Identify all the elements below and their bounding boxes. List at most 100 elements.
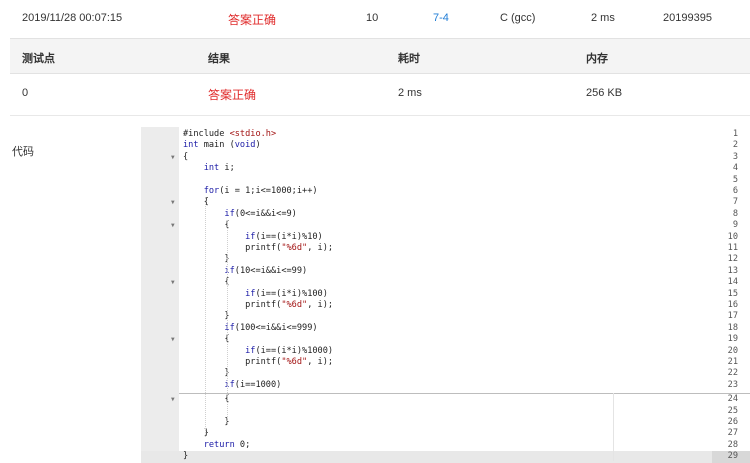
code-line[interactable]: 9 ▼ { — [141, 220, 750, 231]
code-line[interactable]: 1 #include <stdio.h> — [141, 129, 750, 140]
testpoint-id: 0 — [22, 87, 29, 99]
line-number: 2 — [732, 140, 738, 151]
table-row: 0 答案正确 2 ms 256 KB — [10, 73, 750, 116]
line-number: 22 — [727, 368, 738, 379]
line-number: 3 — [732, 151, 738, 162]
indent-guide — [205, 197, 206, 437]
code-text: { — [183, 277, 230, 288]
code-text: #include <stdio.h> — [183, 129, 277, 139]
code-line[interactable]: 27 } — [141, 428, 750, 439]
fold-toggle-icon[interactable]: ▼ — [171, 394, 175, 405]
fold-toggle-icon[interactable]: ▼ — [171, 277, 175, 288]
fold-toggle-icon[interactable]: ▼ — [171, 197, 175, 208]
problem-link[interactable]: 7-4 — [433, 12, 449, 24]
line-number: 24 — [727, 394, 738, 405]
duration: 2 ms — [591, 12, 615, 24]
code-line[interactable]: 2 int main (void) — [141, 140, 750, 151]
code-text: if(10<=i&&i<=99) — [224, 265, 308, 276]
line-number: 18 — [727, 322, 738, 333]
line-number: 12 — [727, 254, 738, 265]
print-margin — [613, 393, 614, 461]
line-number: 10 — [727, 231, 738, 242]
code-text: } — [183, 417, 230, 427]
col-time: 耗时 — [398, 53, 420, 65]
code-line[interactable]: 14 ▼ { — [141, 277, 750, 288]
testpoint-time: 2 ms — [398, 87, 422, 99]
submit-time: 2019/11/28 00:07:15 — [22, 12, 123, 24]
line-number: 14 — [727, 277, 738, 288]
code-text: { — [183, 151, 189, 162]
code-label: 代码 — [12, 146, 34, 158]
line-number: 19 — [727, 334, 738, 345]
line-number: 15 — [727, 288, 738, 299]
code-line[interactable]: 11 printf("%6d", i); — [141, 243, 750, 254]
code-text: } — [183, 368, 230, 379]
line-number: 6 — [732, 186, 738, 196]
code-line[interactable]: 5 — [141, 175, 750, 186]
testcase-table-header: 测试点 结果 耗时 内存 — [10, 38, 750, 74]
code-text: if(0<=i&&i<=9) — [224, 208, 297, 219]
fold-toggle-icon[interactable]: ▼ — [171, 334, 175, 345]
code-line[interactable]: 24 ▼ { — [141, 394, 750, 405]
code-line[interactable]: 3 ▼ { — [141, 152, 750, 163]
code-line[interactable]: 26 } — [141, 417, 750, 428]
line-number: 27 — [727, 428, 738, 439]
line-number: 26 — [727, 417, 738, 427]
code-line[interactable]: 7 ▼ { — [141, 197, 750, 208]
code-line[interactable]: 13 if(10<=i&&i<=99) — [141, 266, 750, 277]
code-line[interactable]: 16 printf("%6d", i); — [141, 300, 750, 311]
status-label: 答案正确 — [228, 13, 277, 27]
code-line[interactable]: 6 for(i = 1;i<=1000;i++) — [141, 186, 750, 197]
code-line[interactable]: 4 int i; — [141, 163, 750, 174]
code-line[interactable]: 28 return 0; — [141, 440, 750, 451]
testpoint-memory: 256 KB — [586, 87, 623, 99]
code-text: } — [183, 254, 230, 265]
code-line[interactable]: 19 ▼ { — [141, 334, 750, 345]
submission-summary-row: 2019/11/28 00:07:15 答案正确 10 7-4 C (gcc) … — [0, 0, 750, 36]
code-text: if(100<=i&&i<=999) — [224, 322, 318, 333]
code-line[interactable]: 10 if(i==(i*i)%10) — [141, 232, 750, 243]
code-text: for(i = 1;i<=1000;i++) — [203, 186, 318, 196]
code-text: { — [183, 220, 230, 231]
col-memory: 内存 — [586, 53, 608, 65]
code-line[interactable]: 25 — [141, 406, 750, 417]
code-text: return 0; — [203, 439, 251, 450]
code-line[interactable]: 20 if(i==(i*i)%1000) — [141, 346, 750, 357]
line-number: 23 — [727, 379, 738, 390]
line-number: 1 — [732, 129, 738, 139]
result-status: 答案正确 — [208, 88, 257, 102]
line-number: 7 — [732, 197, 738, 208]
line-number: 13 — [727, 265, 738, 276]
code-text: } — [183, 311, 230, 322]
score: 10 — [366, 12, 379, 24]
code-text: { — [183, 394, 230, 405]
col-testpoint: 测试点 — [22, 53, 55, 65]
code-text: if(i==(i*i)%10) — [245, 231, 323, 242]
code-editor[interactable]: 1 #include <stdio.h> 2 int main (void) 3 ▼ {4 … — [141, 127, 750, 463]
line-number: 21 — [727, 357, 738, 367]
indent-guide — [227, 220, 228, 426]
line-number: 28 — [727, 439, 738, 450]
code-text: int main (void) — [183, 140, 261, 151]
fold-toggle-icon[interactable]: ▼ — [171, 152, 175, 163]
line-number: 16 — [727, 300, 738, 310]
col-result: 结果 — [208, 53, 230, 65]
code-line[interactable]: 15 if(i==(i*i)%100) — [141, 289, 750, 300]
line-number: 11 — [727, 243, 738, 253]
line-number: 17 — [727, 311, 738, 322]
line-number: 25 — [727, 405, 738, 416]
code-line[interactable]: 8 if(0<=i&&i<=9) — [141, 209, 750, 220]
compiler: C (gcc) — [500, 12, 536, 24]
code-line[interactable]: 18 if(100<=i&&i<=999) — [141, 323, 750, 334]
line-number: 4 — [732, 163, 738, 174]
code-line[interactable]: 12 } — [141, 254, 750, 265]
code-text: { — [183, 334, 230, 345]
fold-toggle-icon[interactable]: ▼ — [171, 220, 175, 231]
code-line[interactable]: 21 printf("%6d", i); — [141, 357, 750, 368]
line-number: 8 — [732, 208, 738, 219]
code-line[interactable]: 22 } — [141, 368, 750, 379]
code-line[interactable]: 17 } — [141, 311, 750, 322]
code-line[interactable]: 23 if(i==1000) — [141, 380, 750, 391]
line-number: 9 — [732, 220, 738, 231]
editor-split-divider — [179, 393, 750, 394]
